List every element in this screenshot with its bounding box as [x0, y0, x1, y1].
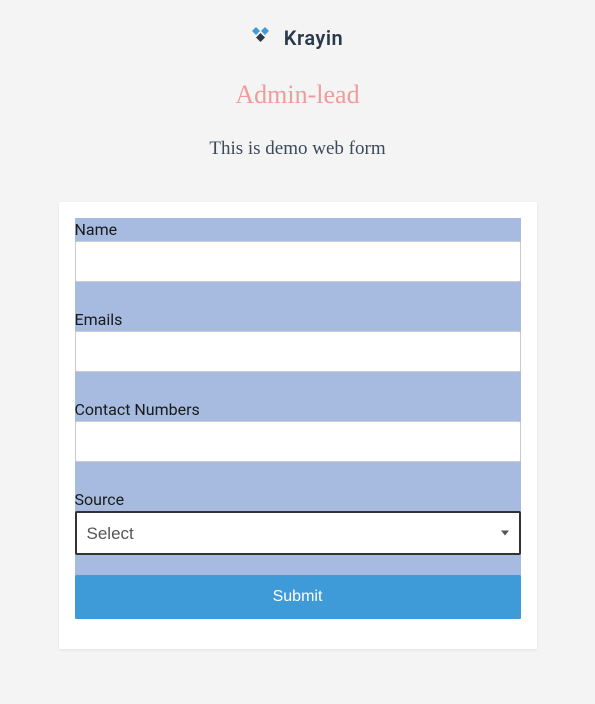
field-source: Source Select — [75, 488, 521, 555]
field-gap — [75, 462, 521, 488]
field-gap — [75, 555, 521, 575]
field-emails: Emails — [75, 308, 521, 372]
form-description: This is demo web form — [209, 138, 385, 160]
label-emails: Emails — [75, 308, 521, 331]
input-name[interactable] — [75, 241, 521, 282]
page-container: Krayin Admin-lead This is demo web form … — [0, 0, 595, 649]
label-name: Name — [75, 218, 521, 241]
input-contact-numbers[interactable] — [75, 421, 521, 462]
form-title: Admin-lead — [235, 80, 359, 110]
field-name: Name — [75, 218, 521, 282]
field-contact-numbers: Contact Numbers — [75, 398, 521, 462]
field-gap — [75, 282, 521, 308]
krayin-diamond-icon — [252, 27, 278, 49]
input-emails[interactable] — [75, 331, 521, 372]
submit-button[interactable]: Submit — [75, 575, 521, 619]
form-card: Name Emails Contact Numbers Source Selec… — [59, 202, 537, 649]
label-source: Source — [75, 488, 521, 511]
form-inner: Name Emails Contact Numbers Source Selec… — [75, 218, 521, 619]
select-wrap: Select — [75, 511, 521, 555]
logo: Krayin — [252, 26, 343, 50]
label-contact-numbers: Contact Numbers — [75, 398, 521, 421]
logo-text: Krayin — [284, 26, 343, 50]
select-source[interactable]: Select — [75, 511, 521, 555]
field-gap — [75, 372, 521, 398]
